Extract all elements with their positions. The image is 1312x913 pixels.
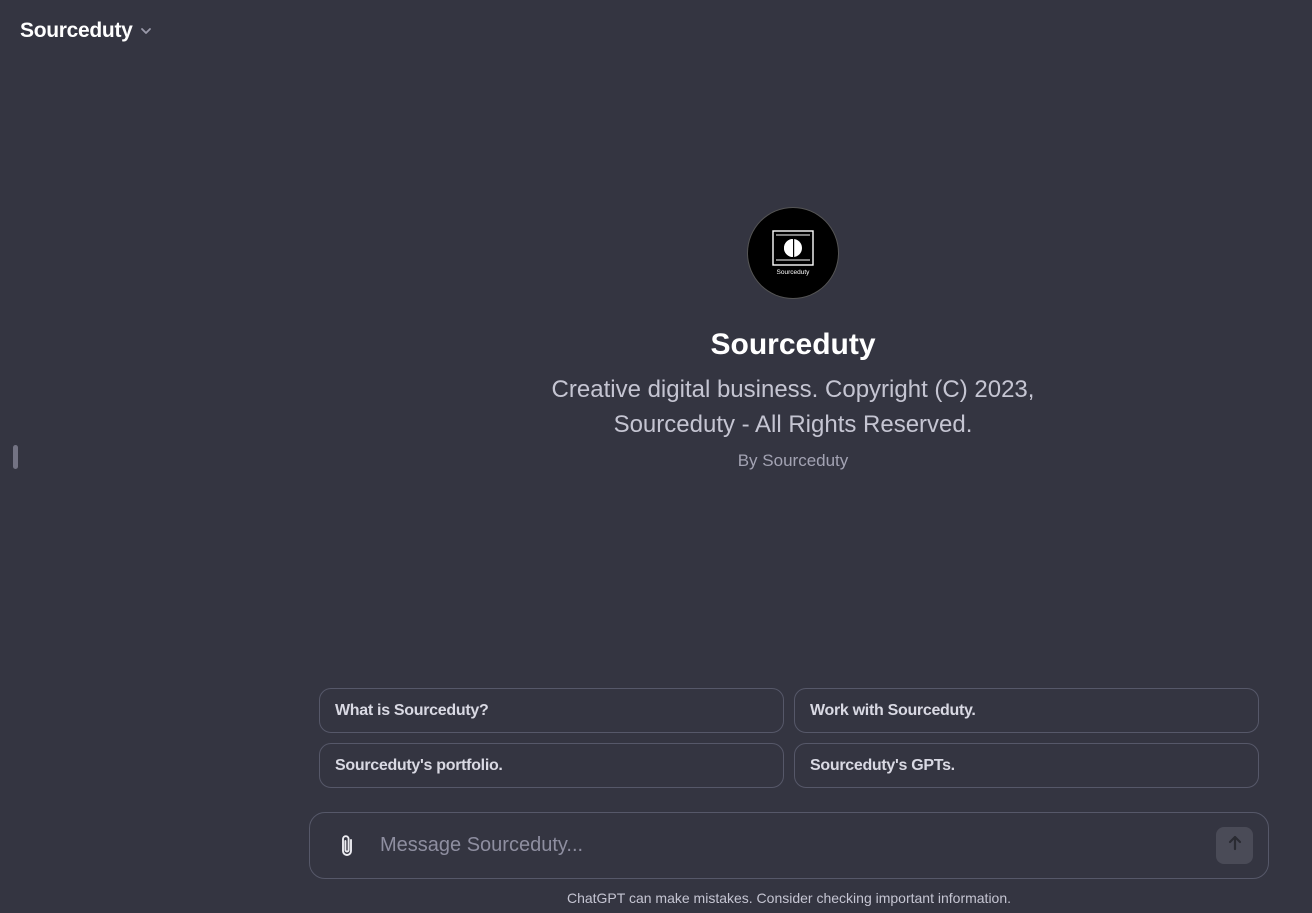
gpt-description: Creative digital business. Copyright (C)… xyxy=(551,376,1035,438)
disclaimer-note: ChatGPT can make mistakes. Consider chec… xyxy=(566,890,1012,906)
gpt-intro: Sourceduty Sourceduty Creative digital b… xyxy=(350,208,1236,471)
gpt-author: By Sourceduty xyxy=(737,451,849,470)
sidebar-toggle-handle[interactable] xyxy=(13,445,18,469)
message-composer xyxy=(309,812,1269,879)
gpt-name: Sourceduty xyxy=(710,328,876,361)
suggestion-what-is[interactable]: What is Sourceduty? xyxy=(319,688,784,733)
paperclip-icon[interactable] xyxy=(332,831,362,861)
gpt-avatar: Sourceduty xyxy=(748,208,838,298)
send-button[interactable] xyxy=(1216,827,1253,864)
chevron-down-icon xyxy=(139,24,153,38)
message-input[interactable] xyxy=(378,833,1216,858)
suggestion-portfolio[interactable]: Sourceduty's portfolio. xyxy=(319,743,784,788)
suggestion-work-with[interactable]: Work with Sourceduty. xyxy=(794,688,1259,733)
chat-page: Sourceduty Sourceduty Sourceduty Creativ… xyxy=(0,0,1312,913)
suggestion-gpts[interactable]: Sourceduty's GPTs. xyxy=(794,743,1259,788)
arrow-up-icon xyxy=(1226,834,1244,857)
suggestion-grid: What is Sourceduty? Work with Sourceduty… xyxy=(319,688,1259,788)
gpt-title: Sourceduty xyxy=(20,19,133,42)
svg-text:Sourceduty: Sourceduty xyxy=(777,269,811,276)
gpt-selector-button[interactable]: Sourceduty xyxy=(12,12,161,50)
